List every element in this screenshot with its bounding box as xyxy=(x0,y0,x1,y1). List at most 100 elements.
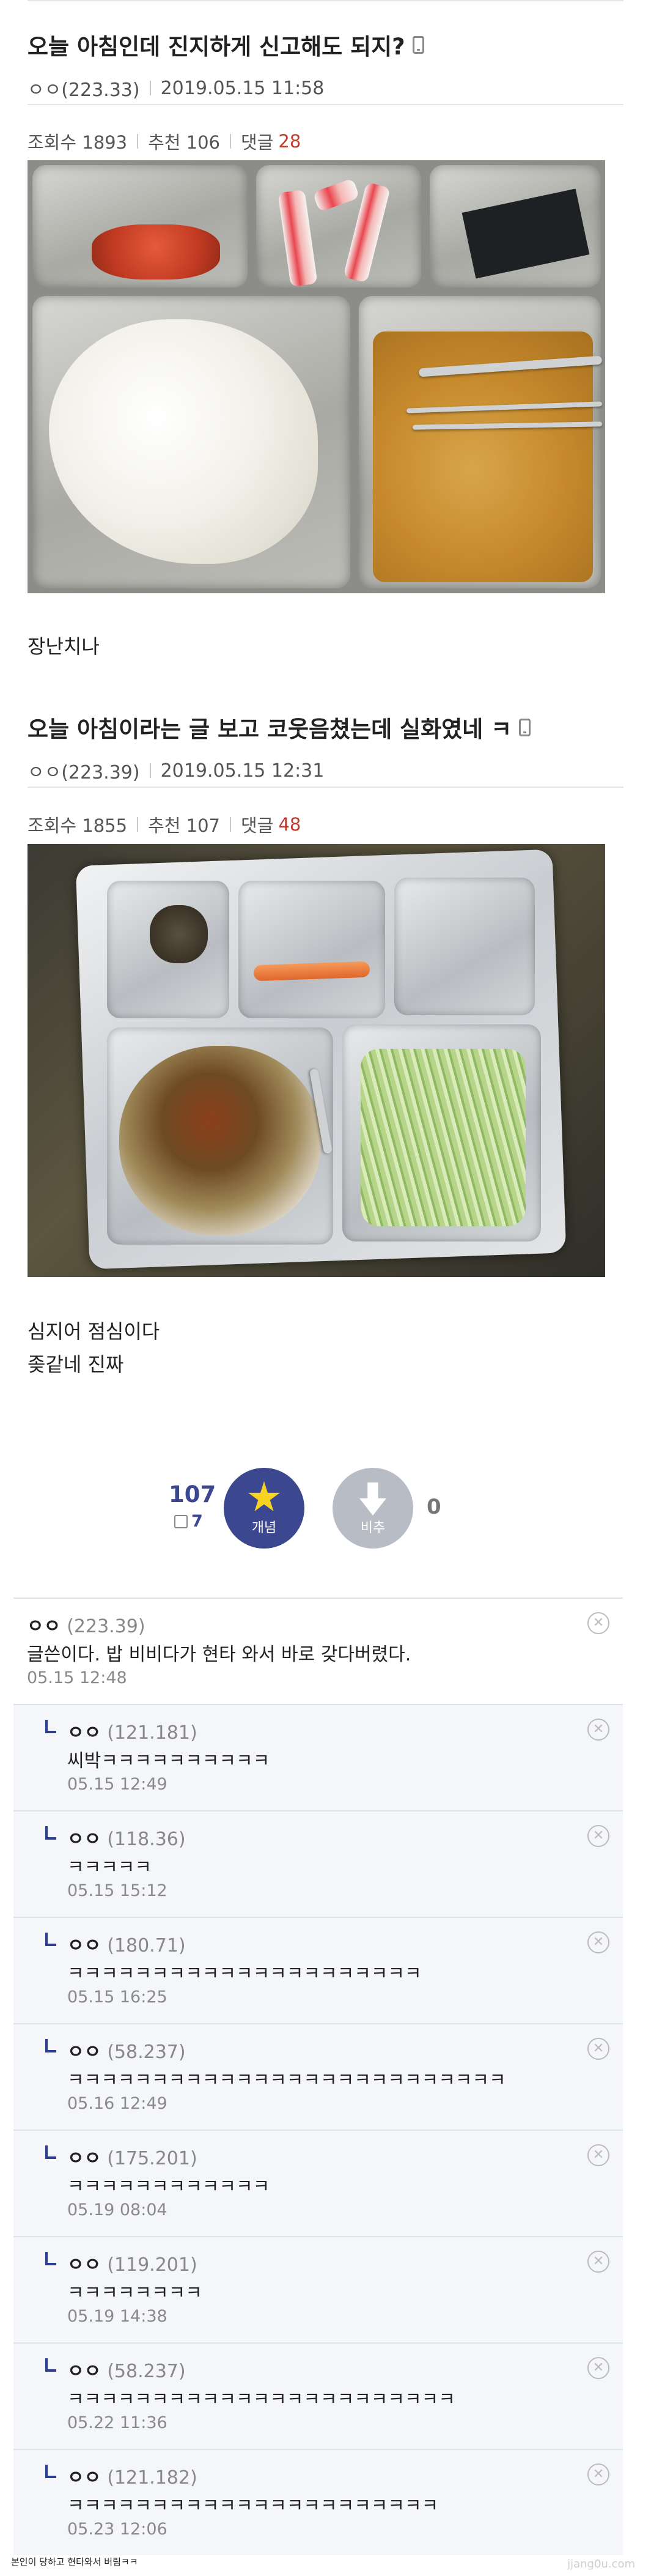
post-2-stats: 조회수 1855 추천 107 댓글 48 xyxy=(28,786,623,844)
comment-author[interactable]: ㅇㅇ (119.201) xyxy=(67,2249,197,2276)
comment-text: ㅋㅋㅋㅋㅋㅋㅋㅋㅋㅋㅋㅋㅋㅋㅋㅋㅋㅋㅋㅋㅋㅋㅋㅋㅋㅋ xyxy=(67,2070,506,2091)
post-1-views: 조회수 1893 xyxy=(28,132,128,153)
post-2-date: 2019.05.15 12:31 xyxy=(160,760,325,782)
close-circle-icon[interactable]: ✕ xyxy=(587,1719,609,1741)
recommend-button[interactable]: 개념 xyxy=(224,1468,304,1549)
post-2-title[interactable]: 오늘 아침이라는 글 보고 코웃음쳤는데 실화였네 ㅋ xyxy=(28,711,623,744)
comment-date: 05.23 12:06 xyxy=(67,2520,167,2539)
reply-arrow-icon xyxy=(45,1933,56,1946)
divider xyxy=(149,81,151,95)
comment-date: 05.22 11:36 xyxy=(67,2413,167,2432)
comment-text: ㅋㅋㅋㅋㅋㅋㅋㅋㅋㅋㅋㅋㅋㅋㅋㅋㅋㅋㅋㅋㅋ xyxy=(67,1963,422,1985)
post-2: 오늘 아침이라는 글 보고 코웃음쳤는데 실화였네 ㅋ ㅇㅇ(223.39) 2… xyxy=(28,684,623,1381)
comment-author-ip: (58.237) xyxy=(107,2361,186,2382)
comment-author-name[interactable]: ㅇㅇ xyxy=(67,2254,101,2276)
reply-arrow-icon xyxy=(45,2358,56,2372)
post-2-meta: ㅇㅇ(223.39) 2019.05.15 12:31 xyxy=(28,757,623,784)
post-1-meta: ㅇㅇ(223.33) 2019.05.15 11:58 xyxy=(28,75,623,102)
comment-author-name[interactable]: ㅇㅇ xyxy=(67,2467,101,2489)
bibimbap-rice xyxy=(119,1046,321,1235)
post-1-comments-label: 댓글 xyxy=(241,132,274,153)
comment-author[interactable]: ㅇㅇ (223.39) xyxy=(27,1611,145,1638)
comment-date: 05.16 12:49 xyxy=(67,2094,167,2113)
divider xyxy=(230,134,231,149)
comment-author-ip: (175.201) xyxy=(107,2148,197,2169)
post-1-author[interactable]: ㅇㅇ(223.33) xyxy=(28,75,140,102)
reply: ㅇㅇ (58.237) ㅋㅋㅋㅋㅋㅋㅋㅋㅋㅋㅋㅋㅋㅋㅋㅋㅋㅋㅋㅋㅋㅋㅋ 05.22… xyxy=(13,2342,623,2449)
post-1-title-text[interactable]: 오늘 아침인데 진지하게 신고해도 되지? xyxy=(28,28,405,61)
post-2-recommends: 추천 107 xyxy=(148,815,220,836)
post-1-title[interactable]: 오늘 아침인데 진지하게 신고해도 되지? xyxy=(28,28,623,61)
close-circle-icon[interactable]: ✕ xyxy=(587,2144,609,2166)
post-2-body-line-2: 좆같네 진짜 xyxy=(28,1353,124,1376)
comment-author-name[interactable]: ㅇㅇ xyxy=(67,2148,101,2169)
divider xyxy=(149,763,151,778)
tray-compartment xyxy=(394,878,535,1015)
fix-recommend-count: 7 xyxy=(191,1512,203,1531)
recommend-button-label: 개념 xyxy=(251,1520,277,1536)
comment-author-name[interactable]: ㅇㅇ xyxy=(67,1935,101,1956)
comment-author-ip: (223.39) xyxy=(67,1616,145,1637)
comment-author-ip: (121.181) xyxy=(107,1722,197,1744)
comment-author-name[interactable]: ㅇㅇ xyxy=(67,2041,101,2063)
close-circle-icon[interactable]: ✕ xyxy=(587,1825,609,1847)
post-2-meal-tray-photo xyxy=(28,844,605,1277)
reply: ㅇㅇ (175.201) ㅋㅋㅋㅋㅋㅋㅋㅋㅋㅋㅋㅋ 05.19 08:04 ✕ xyxy=(13,2130,623,2236)
comment-date: 05.19 08:04 xyxy=(67,2200,167,2219)
comment-list: ㅇㅇ (223.39) 글쓴이다. 밥 비비다가 현타 와서 바로 갖다버렸다. … xyxy=(13,1597,623,2555)
close-circle-icon[interactable]: ✕ xyxy=(587,2251,609,2273)
post-1-meal-tray-photo xyxy=(28,160,605,593)
comment-author[interactable]: ㅇㅇ (180.71) xyxy=(67,1930,186,1957)
close-circle-icon[interactable]: ✕ xyxy=(587,2357,609,2379)
star-icon xyxy=(248,1481,280,1512)
post-2-title-text[interactable]: 오늘 아침이라는 글 보고 코웃음쳤는데 실화였네 ㅋ xyxy=(28,711,512,744)
recommend-count: 107 xyxy=(169,1481,216,1508)
comment-date: 05.15 15:12 xyxy=(67,1881,167,1900)
comment-author[interactable]: ㅇㅇ (58.237) xyxy=(67,2356,186,2383)
post-2-views: 조회수 1855 xyxy=(28,815,128,836)
post-1-stats: 조회수 1893 추천 106 댓글 28 xyxy=(28,104,623,160)
comment-author-name[interactable]: ㅇㅇ xyxy=(67,2361,101,2382)
comment-author[interactable]: ㅇㅇ (175.201) xyxy=(67,2143,197,2170)
comment-date: 05.15 16:25 xyxy=(67,1988,167,2007)
post-2-author[interactable]: ㅇㅇ(223.39) xyxy=(28,757,140,784)
comment-author[interactable]: ㅇㅇ (121.181) xyxy=(67,1717,197,1744)
post-1-comments-count[interactable]: 28 xyxy=(278,131,301,152)
post-2-comments-count[interactable]: 48 xyxy=(278,814,301,835)
down-arrow-icon xyxy=(359,1482,386,1516)
cucumber-salad xyxy=(361,1049,526,1226)
downvote-button-label: 비추 xyxy=(360,1520,386,1536)
comment-author-name[interactable]: ㅇㅇ xyxy=(27,1616,61,1637)
close-circle-icon[interactable]: ✕ xyxy=(587,1931,609,1953)
post-2-header: 오늘 아침이라는 글 보고 코웃음쳤는데 실화였네 ㅋ ㅇㅇ(223.39) 2… xyxy=(28,684,623,786)
comment-author[interactable]: ㅇㅇ (58.237) xyxy=(67,2037,186,2063)
comment-text: 씨박ㅋㅋㅋㅋㅋㅋㅋㅋㅋㅋ xyxy=(67,1750,270,1772)
pencil-note-icon xyxy=(174,1514,188,1528)
comment: ㅇㅇ (223.39) 글쓴이다. 밥 비비다가 현타 와서 바로 갖다버렸다. … xyxy=(13,1597,623,1704)
reply-arrow-icon xyxy=(45,2145,56,2159)
comment-date: 05.19 14:38 xyxy=(67,2307,167,2326)
close-circle-icon[interactable]: ✕ xyxy=(587,2038,609,2060)
post-1-body: 장난치나 xyxy=(28,635,100,658)
close-circle-icon[interactable]: ✕ xyxy=(587,2463,609,2485)
reply-arrow-icon xyxy=(45,1826,56,1840)
reply-arrow-icon xyxy=(45,2039,56,2052)
post-2-body: 심지어 점심이다 좆같네 진짜 xyxy=(28,1315,623,1381)
reply-arrow-icon xyxy=(45,2252,56,2265)
reply: ㅇㅇ (58.237) ㅋㅋㅋㅋㅋㅋㅋㅋㅋㅋㅋㅋㅋㅋㅋㅋㅋㅋㅋㅋㅋㅋㅋㅋㅋㅋ 05… xyxy=(13,2023,623,2130)
comment-author-ip: (58.237) xyxy=(107,2041,186,2063)
comment-author[interactable]: ㅇㅇ (118.36) xyxy=(67,1824,186,1851)
comment-author[interactable]: ㅇㅇ (121.182) xyxy=(67,2462,197,2489)
comment-author-name[interactable]: ㅇㅇ xyxy=(67,1829,101,1850)
comment-text: ㅋㅋㅋㅋㅋㅋㅋㅋ xyxy=(67,2282,202,2304)
comment-date: 05.15 12:48 xyxy=(27,1668,127,1687)
close-circle-icon[interactable]: ✕ xyxy=(587,1612,609,1634)
post-2-body-line-1: 심지어 점심이다 xyxy=(28,1320,160,1343)
comment-author-name[interactable]: ㅇㅇ xyxy=(67,1722,101,1744)
footer-caption: 본인이 당하고 현타와서 버림ㅋㅋ xyxy=(11,2556,138,2567)
downvote-button[interactable]: 비추 xyxy=(333,1468,413,1549)
reply: ㅇㅇ (180.71) ㅋㅋㅋㅋㅋㅋㅋㅋㅋㅋㅋㅋㅋㅋㅋㅋㅋㅋㅋㅋㅋ 05.15 1… xyxy=(13,1917,623,2023)
post-1-header: 오늘 아침인데 진지하게 신고해도 되지? ㅇㅇ(223.33) 2019.05… xyxy=(28,0,623,104)
reply: ㅇㅇ (119.201) ㅋㅋㅋㅋㅋㅋㅋㅋ 05.19 14:38 ✕ xyxy=(13,2236,623,2342)
divider xyxy=(137,817,139,832)
